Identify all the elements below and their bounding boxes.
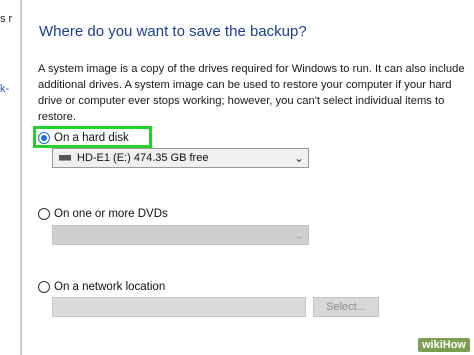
network-label: On a network location xyxy=(54,281,166,293)
hard-disk-drive-value: HD-E1 (E:) 474.35 GB free xyxy=(77,152,209,164)
dialog-description: A system image is a copy of the drives r… xyxy=(38,63,465,123)
select-network-button: Select... xyxy=(313,297,379,317)
hard-disk-drive-select[interactable]: HD-E1 (E:) 474.35 GB free ⌄ xyxy=(52,148,309,168)
network-location-input xyxy=(52,297,306,317)
background-text-fragment: s r xyxy=(0,13,13,25)
hard-disk-option[interactable]: On a hard disk xyxy=(38,129,129,147)
drive-icon xyxy=(59,155,71,161)
dvd-drive-select: ⌄ xyxy=(52,225,309,245)
dialog-heading: Where do you want to save the backup? xyxy=(39,23,307,40)
hard-disk-label: On a hard disk xyxy=(54,132,129,144)
network-radio[interactable] xyxy=(38,281,50,293)
dvd-label: On one or more DVDs xyxy=(54,208,168,220)
dvd-radio[interactable] xyxy=(38,208,50,220)
save-backup-dialog: Where do you want to save the backup? A … xyxy=(22,0,474,355)
chevron-down-icon: ⌄ xyxy=(293,228,304,242)
chevron-down-icon[interactable]: ⌄ xyxy=(294,151,304,165)
background-window: s r k- xyxy=(0,0,21,355)
wikihow-watermark: wikiHow xyxy=(417,338,470,352)
hard-disk-radio[interactable] xyxy=(38,132,50,144)
dvd-option[interactable]: On one or more DVDs xyxy=(38,205,168,223)
network-option[interactable]: On a network location xyxy=(38,278,165,296)
background-link-fragment[interactable]: k- xyxy=(0,83,9,95)
